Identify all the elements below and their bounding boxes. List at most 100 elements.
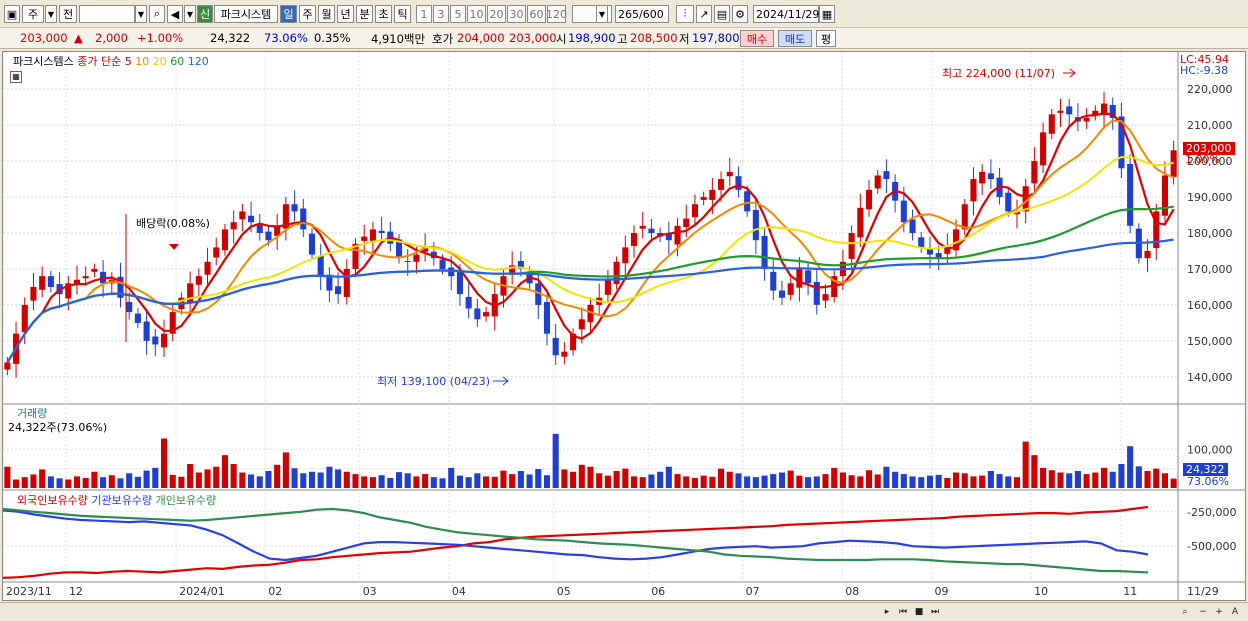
volume-bar xyxy=(204,469,211,488)
quote-bar: 203,000 ▲ 2,000 +1.00% 24,322 73.06% 0.3… xyxy=(0,28,1248,49)
volume-bar xyxy=(883,466,890,488)
scroll-button[interactable]: ⏭ xyxy=(928,605,942,619)
volume-bar xyxy=(857,476,864,488)
count-field[interactable]: 265/600 xyxy=(615,5,669,23)
period-tab[interactable]: 틱 xyxy=(394,5,411,23)
multiplier-tab[interactable]: 3 xyxy=(433,5,449,23)
volume-bar xyxy=(700,475,707,488)
multiplier-tab[interactable]: 60 xyxy=(527,5,546,23)
period-tab[interactable]: 월 xyxy=(318,5,335,23)
multiplier-tab[interactable]: 10 xyxy=(467,5,486,23)
period-tab[interactable]: 주 xyxy=(299,5,316,23)
scroll-button[interactable]: ⏮ xyxy=(896,605,910,619)
gear-icon[interactable]: ⚙ xyxy=(732,5,748,23)
ask-label: 호가 xyxy=(432,32,454,46)
chevron-down-icon[interactable]: ▼ xyxy=(184,5,196,23)
code-input[interactable]: 140860 xyxy=(79,5,135,23)
volume-bar xyxy=(1066,473,1073,488)
prefix-button[interactable]: 전 xyxy=(59,5,77,23)
volume-bar xyxy=(517,470,524,488)
volume-bar xyxy=(744,476,751,488)
zoom-out-icon[interactable]: − xyxy=(1196,605,1210,619)
volume-bar xyxy=(1031,455,1038,488)
price-tick-label: 210,000 xyxy=(1187,119,1233,132)
average-label: 평 xyxy=(820,32,832,46)
buy-button[interactable]: 매수 xyxy=(740,30,774,47)
volume-bar xyxy=(248,474,255,488)
candle-body xyxy=(1144,250,1151,259)
scroll-button[interactable]: ■ xyxy=(912,605,926,619)
volume-bar xyxy=(552,433,559,488)
holdings-tick-label: -250,000 xyxy=(1187,506,1236,519)
save-icon[interactable]: ▤ xyxy=(714,5,730,23)
multiplier-tab[interactable]: 30 xyxy=(507,5,526,23)
volume-bar xyxy=(456,475,463,488)
calendar-icon[interactable]: ▦ xyxy=(819,5,835,23)
chart-svg[interactable]: 220,000210,000200,000190,000180,000170,0… xyxy=(3,52,1245,600)
volume-bar xyxy=(622,468,629,488)
date-field[interactable]: 2024/11/29 xyxy=(753,5,819,23)
multiplier-tab[interactable]: 120 xyxy=(546,5,567,23)
high-label: 고 xyxy=(617,32,628,46)
candle-body xyxy=(735,176,742,190)
low: 197,800 xyxy=(692,31,740,45)
volume-bar xyxy=(543,475,551,488)
multiplier-tab[interactable]: 1 xyxy=(416,5,432,23)
foreign-legend: 외국인보유수량 xyxy=(17,494,88,507)
candle-body xyxy=(726,171,733,177)
volume-bar xyxy=(718,468,725,488)
candle-body xyxy=(778,290,786,298)
sell-button[interactable]: 매도 xyxy=(778,30,812,47)
ma5-legend: 5 xyxy=(124,55,132,68)
zoom-icon[interactable]: ⌕ xyxy=(1178,605,1192,619)
grid-icon[interactable]: ▦ xyxy=(10,71,22,83)
up-triangle-icon: ▲ xyxy=(74,31,83,45)
draw-tool-icon[interactable]: ↗ xyxy=(696,5,712,23)
candle-body xyxy=(848,233,855,259)
candle-body xyxy=(630,233,638,246)
market-select[interactable]: 주 xyxy=(22,5,44,23)
chevron-down-icon[interactable]: ▼ xyxy=(135,5,147,23)
period-tab[interactable]: 일 xyxy=(280,5,297,23)
search-icon[interactable]: ⌕ xyxy=(149,5,165,23)
candle-body xyxy=(1040,132,1047,166)
multiplier-tab[interactable]: 5 xyxy=(450,5,466,23)
x-tick-label: 07 xyxy=(746,585,760,598)
candle-body xyxy=(335,286,342,295)
zoom-in-icon[interactable]: + xyxy=(1212,605,1226,619)
volume-bar xyxy=(674,474,681,488)
candle-body xyxy=(787,283,794,295)
volume-bar xyxy=(82,477,89,488)
volume-bar xyxy=(13,479,20,488)
layout-icon[interactable]: ▣ xyxy=(4,5,20,23)
volume-bar xyxy=(1127,446,1134,488)
volume-bar xyxy=(239,472,246,488)
candle-body xyxy=(970,179,977,202)
candle-body xyxy=(796,268,803,288)
volume-bar xyxy=(474,473,481,488)
volume-bar xyxy=(657,471,664,488)
volume-bar xyxy=(500,470,507,488)
scroll-button[interactable]: ▸ xyxy=(880,605,894,619)
change-pct: +1.00% xyxy=(137,31,184,45)
speaker-icon[interactable]: ◀ xyxy=(167,5,183,23)
x-tick-label: 03 xyxy=(363,585,377,598)
volume-bar xyxy=(918,477,925,488)
period-tab[interactable]: 초 xyxy=(375,5,392,23)
multiplier-tab[interactable]: 20 xyxy=(487,5,506,23)
font-icon[interactable]: A xyxy=(1228,605,1242,619)
volume-bar xyxy=(535,469,542,488)
candle-type-icon[interactable]: ⫶ xyxy=(676,5,694,23)
ask2: 203,000 xyxy=(509,31,557,45)
period-tab[interactable]: 년 xyxy=(337,5,354,23)
volume-bar xyxy=(1057,472,1064,488)
volume-bar xyxy=(308,471,316,488)
candle-body xyxy=(909,219,916,233)
chevron-down-icon[interactable]: ▼ xyxy=(45,5,57,23)
candle-body xyxy=(561,351,568,357)
chevron-down-icon[interactable]: ▼ xyxy=(596,5,608,23)
average-button[interactable]: 평 xyxy=(816,30,836,47)
volume-bar xyxy=(613,470,620,488)
period-tab[interactable]: 분 xyxy=(356,5,373,23)
candle-body xyxy=(578,319,585,330)
